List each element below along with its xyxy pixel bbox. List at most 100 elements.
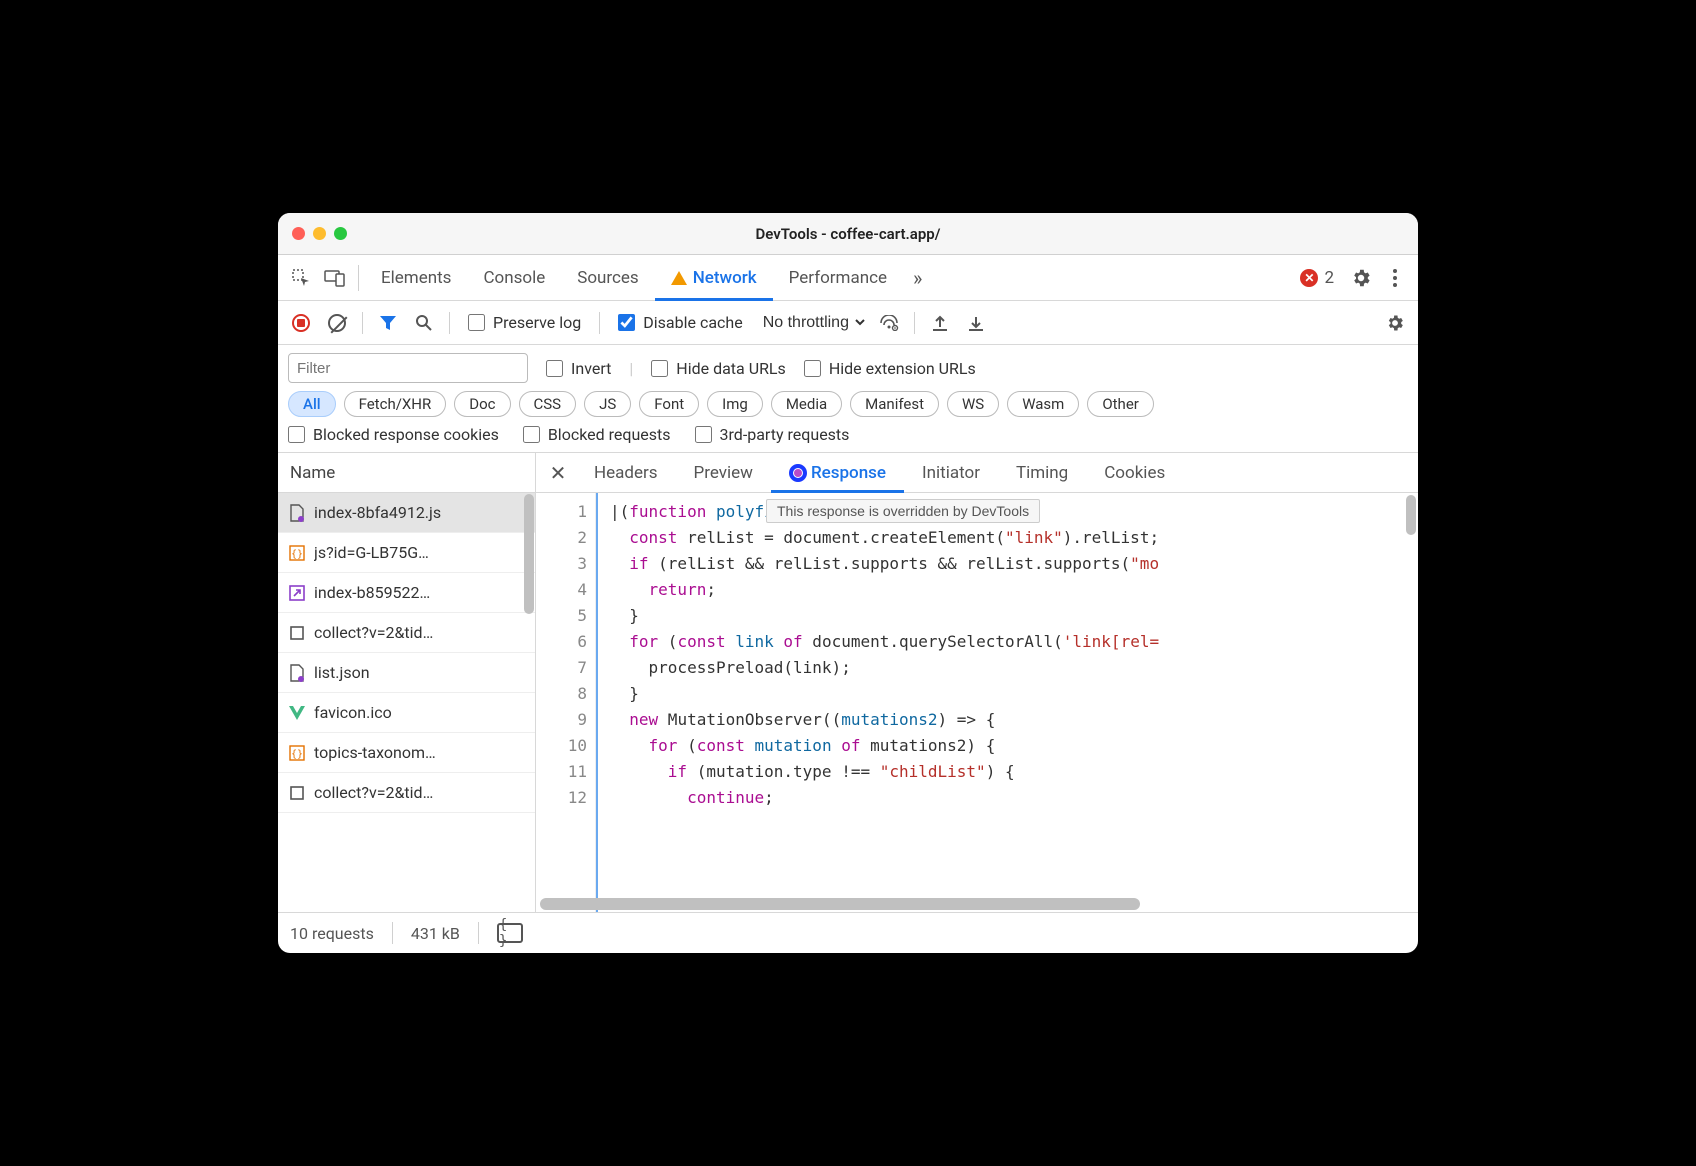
request-row[interactable]: index-8bfa4912.js [278,493,535,533]
type-chip-img[interactable]: Img [707,391,763,417]
main-tab-elements[interactable]: Elements [365,255,467,300]
detail-tab-headers[interactable]: Headers [576,453,676,492]
request-name: favicon.ico [314,703,392,722]
separator [599,312,600,334]
inspect-element-icon[interactable] [284,261,318,295]
main-tab-performance[interactable]: Performance [773,255,903,300]
request-name: topics-taxonom… [314,743,436,762]
request-row[interactable]: index-b859522… [278,573,535,613]
search-icon[interactable] [409,308,439,338]
main-tab-network[interactable]: Network [655,255,773,300]
line-number: 12 [536,785,587,811]
transfer-size: 431 kB [411,924,460,943]
settings-gear-icon[interactable] [1344,261,1378,295]
horizontal-scrollbar[interactable] [540,898,1140,910]
main-tab-row: ElementsConsoleSourcesNetworkPerformance… [278,255,1418,301]
throttling-select[interactable]: No throttling [757,311,868,334]
network-toolbar: Preserve log Disable cache No throttling [278,301,1418,345]
main-tab-sources[interactable]: Sources [561,255,654,300]
type-chip-wasm[interactable]: Wasm [1007,391,1079,417]
file-type-icon [288,584,306,602]
line-number: 1 [536,499,587,525]
close-window-button[interactable] [292,227,305,240]
type-chip-fetchxhr[interactable]: Fetch/XHR [344,391,447,417]
line-number: 5 [536,603,587,629]
separator [449,312,450,334]
type-chip-all[interactable]: All [288,391,336,417]
blocked-requests-checkbox[interactable]: Blocked requests [523,425,671,444]
file-type-icon [288,704,306,722]
request-row[interactable]: {}js?id=G-LB75G… [278,533,535,573]
override-tooltip: This response is overridden by DevTools [766,499,1040,523]
minimize-window-button[interactable] [313,227,326,240]
blocked-cookies-checkbox[interactable]: Blocked response cookies [288,425,499,444]
vertical-scrollbar[interactable] [1406,495,1416,535]
file-type-icon: {} [288,744,306,762]
disable-cache-checkbox[interactable]: Disable cache [618,313,742,332]
kebab-menu-icon[interactable] [1378,261,1412,295]
request-name: index-8bfa4912.js [314,503,441,522]
close-detail-icon[interactable]: ✕ [540,455,576,491]
type-chip-doc[interactable]: Doc [454,391,510,417]
request-row[interactable]: collect?v=2&tid… [278,613,535,653]
type-chip-media[interactable]: Media [771,391,842,417]
zoom-window-button[interactable] [334,227,347,240]
request-list: Name index-8bfa4912.js{}js?id=G-LB75G…in… [278,453,536,912]
upload-har-icon[interactable] [925,308,955,338]
titlebar: DevTools - coffee-cart.app/ [278,213,1418,255]
invert-checkbox[interactable]: Invert [546,359,611,378]
line-number: 2 [536,525,587,551]
type-chip-other[interactable]: Other [1087,391,1154,417]
type-chip-js[interactable]: JS [584,391,631,417]
preserve-log-checkbox[interactable]: Preserve log [468,313,581,332]
request-count: 10 requests [290,924,374,943]
content-split: Name index-8bfa4912.js{}js?id=G-LB75G…in… [278,453,1418,913]
window-title: DevTools - coffee-cart.app/ [278,225,1418,243]
type-chip-ws[interactable]: WS [947,391,999,417]
record-button[interactable] [286,308,316,338]
response-code-view: 123456789101112 |(function polyfil const… [536,493,1418,912]
separator [358,265,359,291]
request-row[interactable]: collect?v=2&tid… [278,773,535,813]
line-number: 7 [536,655,587,681]
type-chip-manifest[interactable]: Manifest [850,391,939,417]
request-row[interactable]: list.json [278,653,535,693]
request-list-items: index-8bfa4912.js {}js?id=G-LB75G…index-b… [278,493,535,912]
request-row[interactable]: favicon.ico [278,693,535,733]
pretty-print-icon[interactable]: { } [497,923,523,943]
detail-tab-cookies[interactable]: Cookies [1086,453,1183,492]
error-count[interactable]: ✕ 2 [1290,268,1344,288]
network-settings-gear-icon[interactable] [1380,308,1410,338]
status-bar: 10 requests 431 kB { } [278,913,1418,953]
line-gutter: 123456789101112 [536,493,596,912]
scrollbar[interactable] [524,494,534,614]
line-number: 6 [536,629,587,655]
line-number: 8 [536,681,587,707]
error-badge-icon: ✕ [1300,269,1318,287]
detail-tab-initiator[interactable]: Initiator [904,453,998,492]
network-conditions-icon[interactable] [874,308,904,338]
detail-tab-timing[interactable]: Timing [998,453,1086,492]
filter-toggle-icon[interactable] [373,308,403,338]
code-body[interactable]: |(function polyfil const relList = docum… [596,493,1418,912]
third-party-checkbox[interactable]: 3rd-party requests [695,425,850,444]
request-name: collect?v=2&tid… [314,783,433,802]
svg-text:{}: {} [291,549,303,560]
main-tab-console[interactable]: Console [467,255,561,300]
file-type-icon [288,624,306,642]
device-toolbar-icon[interactable] [318,261,352,295]
download-har-icon[interactable] [961,308,991,338]
detail-tab-preview[interactable]: Preview [676,453,771,492]
detail-tab-response[interactable]: Response [771,453,904,492]
type-chip-font[interactable]: Font [639,391,699,417]
file-type-icon [288,664,306,682]
line-number: 9 [536,707,587,733]
hide-extension-urls-checkbox[interactable]: Hide extension URLs [804,359,976,378]
clear-button[interactable] [322,308,352,338]
more-tabs-chevron-icon[interactable]: » [903,266,932,290]
file-type-icon: {} [288,544,306,562]
request-row[interactable]: {} topics-taxonom… [278,733,535,773]
filter-input[interactable] [288,353,528,383]
type-chip-css[interactable]: CSS [519,391,577,417]
hide-data-urls-checkbox[interactable]: Hide data URLs [651,359,786,378]
